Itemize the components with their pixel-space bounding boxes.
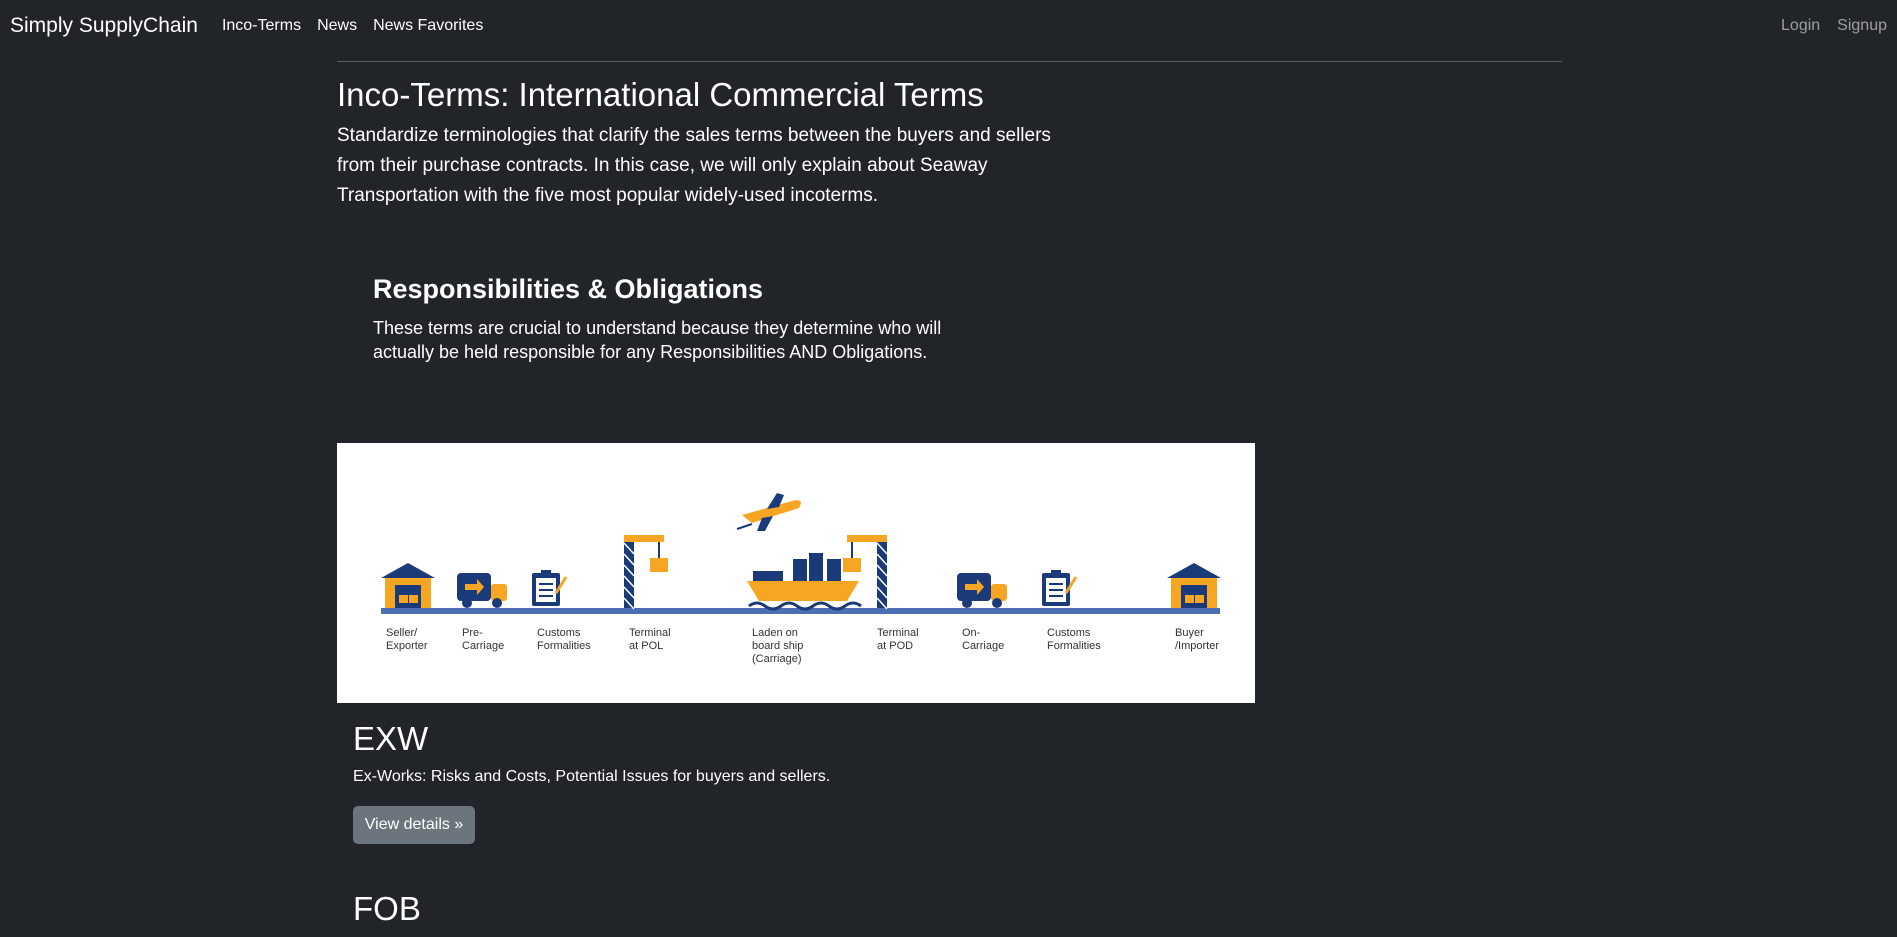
page-title: Inco-Terms: International Commercial Ter… [337, 76, 984, 113]
nav-auth-group: Login Signup [1764, 17, 1887, 35]
incoterms-process-banner: Seller/Exporter Pre-Carriage Customs Formal… [337, 443, 1255, 703]
nav-link-news-favorites[interactable]: News Favorites [373, 17, 483, 35]
crane-icon [623, 535, 668, 610]
stage-label: Customs Formalities [1047, 627, 1101, 652]
clipboard-icon [532, 570, 568, 606]
nav-link-inco-terms[interactable]: Inco-Terms [222, 17, 301, 35]
warehouse-icon [381, 563, 435, 608]
airplane-icon [736, 493, 801, 531]
responsibilities-title: Responsibilities & Obligations [373, 274, 764, 304]
brand-link[interactable]: Simply SupplyChain [10, 14, 198, 38]
stage-label: On-Carriage [962, 627, 1004, 652]
warehouse-icon [1167, 563, 1221, 608]
term-title-exw: EXW [353, 720, 429, 757]
header-divider [337, 61, 1562, 62]
view-details-button[interactable]: View details » [353, 806, 475, 844]
stage-label: Pre-Carriage [462, 627, 504, 652]
term-title-fob: FOB [353, 890, 421, 927]
top-navbar: Simply SupplyChain Inco-Terms News News … [0, 0, 1897, 52]
clipboard-icon [1042, 570, 1078, 606]
intro-lead: Standardize terminologies that clarify t… [337, 125, 1051, 206]
crane-icon [843, 535, 888, 610]
truck-icon [457, 573, 507, 608]
stage-label: Terminal at POL [629, 627, 671, 652]
stage-label: Terminal at POD [877, 627, 919, 652]
stage-label: Laden on board ship (Carriage) [752, 627, 803, 665]
login-link[interactable]: Login [1781, 17, 1820, 35]
stage-label: Buyer/Importer [1175, 627, 1219, 652]
term-description-exw: Ex-Works: Risks and Costs, Potential Iss… [353, 768, 831, 785]
incoterms-diagram: Seller/Exporter Pre-Carriage Customs Formal… [381, 493, 1221, 665]
nav-link-news[interactable]: News [317, 17, 357, 35]
truck-icon [957, 573, 1007, 608]
responsibilities-text: These terms are crucial to understand be… [373, 318, 942, 362]
signup-link[interactable]: Signup [1837, 17, 1887, 35]
stage-label: Customs Formalities [537, 627, 591, 652]
stage-label: Seller/Exporter [386, 627, 428, 652]
